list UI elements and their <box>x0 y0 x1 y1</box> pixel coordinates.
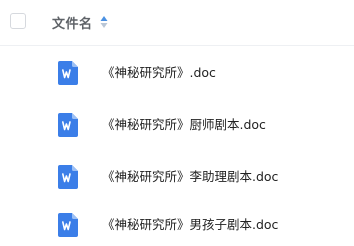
filename-column-label: 文件名 <box>52 16 93 32</box>
file-name[interactable]: 《神秘研究所》厨师剧本.doc <box>102 117 266 133</box>
word-doc-icon <box>58 213 78 237</box>
word-doc-icon <box>58 113 78 137</box>
file-name[interactable]: 《神秘研究所》李助理剧本.doc <box>102 169 278 185</box>
file-table: 文件名 《神秘研究所》.doc 《神秘研究所》厨师剧本.doc 《神秘研究所》李… <box>0 0 354 246</box>
sort-icon[interactable] <box>100 15 108 29</box>
word-doc-icon <box>58 165 78 189</box>
file-name[interactable]: 《神秘研究所》男孩子剧本.doc <box>102 217 278 233</box>
file-row[interactable]: 《神秘研究所》.doc <box>0 46 354 98</box>
filename-column-header[interactable]: 文件名 <box>52 13 108 32</box>
file-row[interactable]: 《神秘研究所》男孩子剧本.doc <box>0 202 354 246</box>
file-row[interactable]: 《神秘研究所》厨师剧本.doc <box>0 98 354 150</box>
select-all-checkbox[interactable] <box>10 13 26 29</box>
table-header: 文件名 <box>0 0 354 46</box>
word-doc-icon <box>58 61 78 85</box>
file-row[interactable]: 《神秘研究所》李助理剧本.doc <box>0 150 354 202</box>
file-name[interactable]: 《神秘研究所》.doc <box>102 65 216 81</box>
